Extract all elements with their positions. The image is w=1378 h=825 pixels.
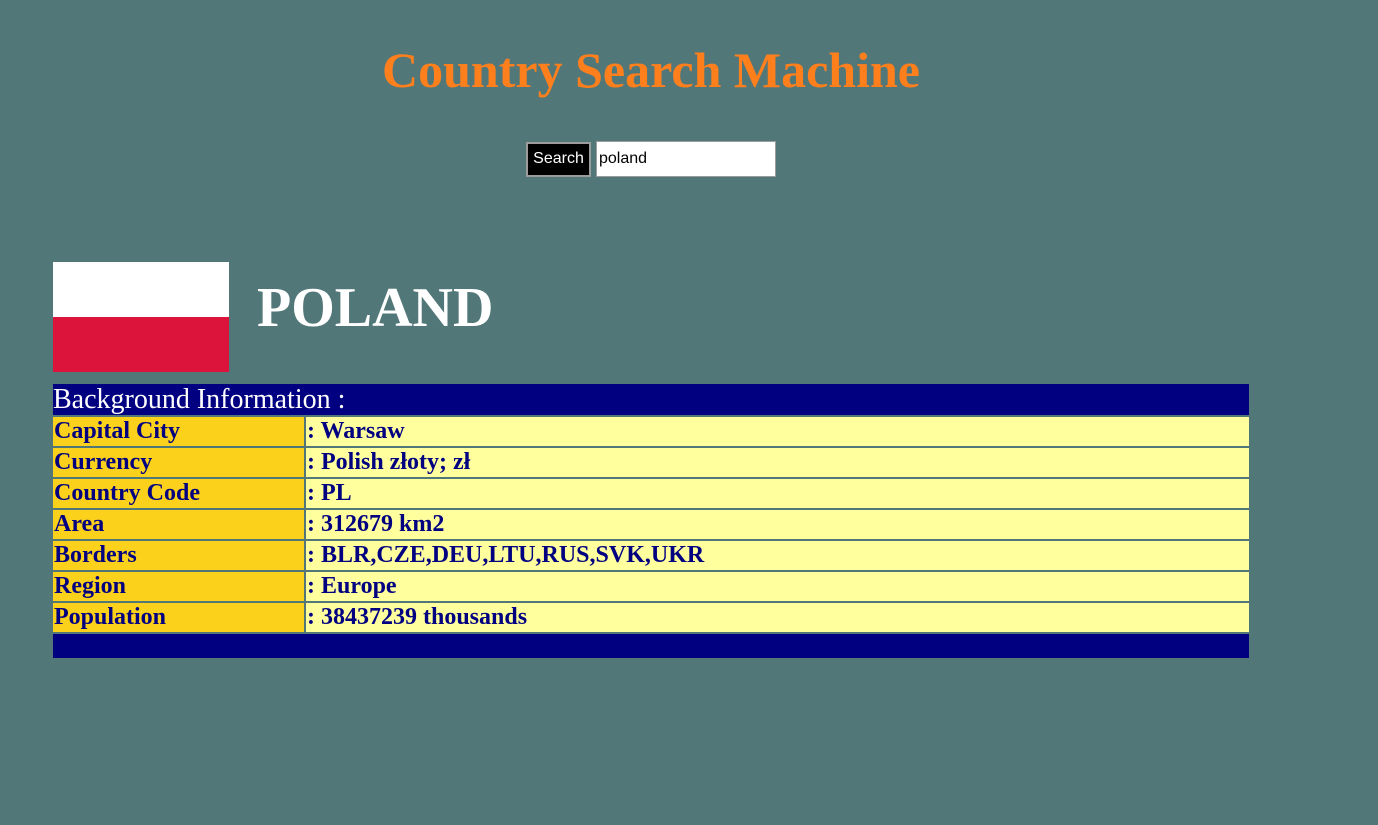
search-button[interactable]: Search <box>526 141 591 177</box>
table-row: Capital City : Warsaw <box>53 417 1249 446</box>
row-label-currency: Currency <box>53 448 304 477</box>
table-row: Population : 38437239 thousands <box>53 603 1249 632</box>
row-label-capital-city: Capital City <box>53 417 304 446</box>
row-value-country-code: : PL <box>306 479 1249 508</box>
country-name: POLAND <box>257 277 494 339</box>
table-footer-row <box>53 634 1249 658</box>
row-value-capital-city: : Warsaw <box>306 417 1249 446</box>
row-value-population: : 38437239 thousands <box>306 603 1249 632</box>
table-footer <box>53 634 1249 658</box>
background-info-table: Background Information : Capital City : … <box>51 382 1251 660</box>
table-row: Currency : Polish złoty; zł <box>53 448 1249 477</box>
table-row: Country Code : PL <box>53 479 1249 508</box>
row-value-currency: : Polish złoty; zł <box>306 448 1249 477</box>
row-label-borders: Borders <box>53 541 304 570</box>
table-row: Borders : BLR,CZE,DEU,LTU,RUS,SVK,UKR <box>53 541 1249 570</box>
flag-white-stripe <box>53 262 229 317</box>
table-row: Area : 312679 km2 <box>53 510 1249 539</box>
row-label-population: Population <box>53 603 304 632</box>
country-flag <box>53 262 229 372</box>
row-value-region: : Europe <box>306 572 1249 601</box>
page-title: Country Search Machine <box>382 42 920 98</box>
row-value-borders: : BLR,CZE,DEU,LTU,RUS,SVK,UKR <box>306 541 1249 570</box>
row-label-region: Region <box>53 572 304 601</box>
search-input[interactable] <box>596 141 776 177</box>
search-bar: Search <box>526 141 776 177</box>
row-label-area: Area <box>53 510 304 539</box>
table-heading: Background Information : <box>53 384 1249 415</box>
flag-red-stripe <box>53 317 229 372</box>
table-row: Region : Europe <box>53 572 1249 601</box>
row-label-country-code: Country Code <box>53 479 304 508</box>
table-header-row: Background Information : <box>53 384 1249 415</box>
row-value-area: : 312679 km2 <box>306 510 1249 539</box>
